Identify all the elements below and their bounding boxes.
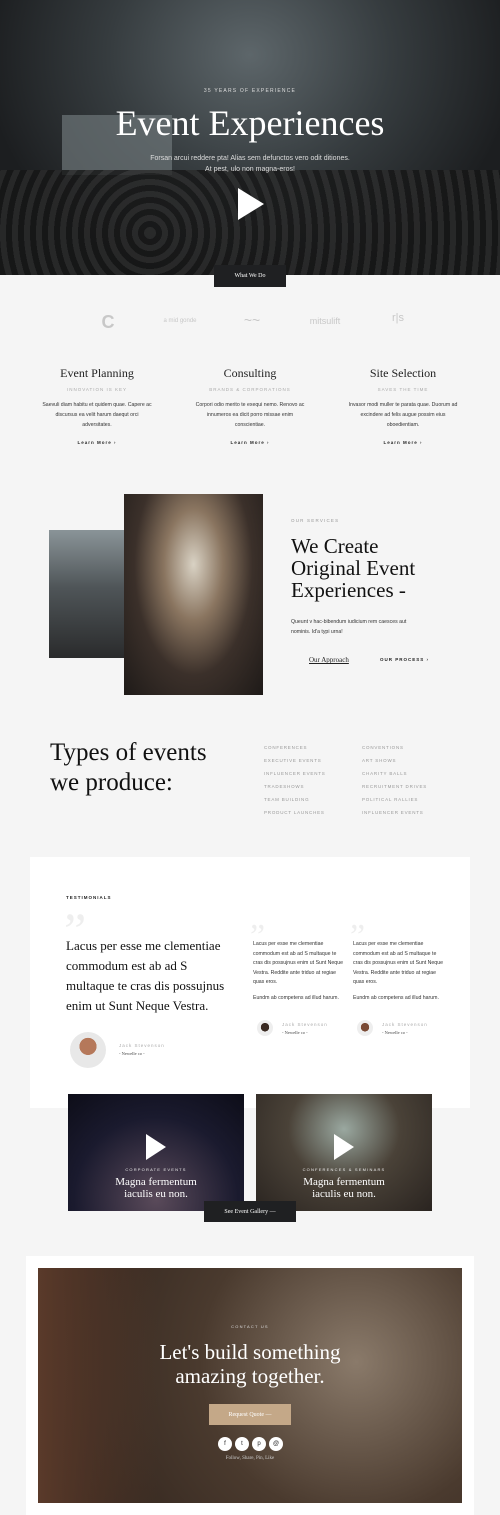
client-logo-4: mitsulift: [309, 316, 341, 326]
learn-more-link[interactable]: Learn More ›: [22, 440, 172, 445]
hero-crowd-image: [0, 170, 500, 275]
types-heading-line-1: Types of events: [50, 739, 207, 766]
learn-more-link[interactable]: Learn More ›: [328, 440, 478, 445]
testimonial-role: - Newelle co -: [119, 1051, 145, 1056]
event-type: Art Shows: [362, 758, 397, 763]
video-title: Magna fermentum iaculis eu non.: [115, 1176, 197, 1200]
client-logo-1: C: [101, 312, 115, 332]
what-we-do-button[interactable]: What We Do: [214, 265, 286, 287]
event-type: Tradeshows: [264, 784, 305, 789]
types-heading: Types of events we produce:: [50, 738, 207, 798]
follow-text: Follow, Share, Pin, Like: [225, 1456, 275, 1461]
venue-image-small: [49, 530, 125, 658]
types-list-1: Conferences Executive Events Influencer …: [264, 745, 326, 823]
event-type: Influencer Events: [264, 771, 326, 776]
service-title: Site Selection: [369, 366, 437, 380]
avatar: [257, 1020, 273, 1036]
event-type: Team Building: [264, 797, 310, 802]
event-type: Product Launches: [264, 810, 325, 815]
service-subtitle: Innovation is key: [66, 387, 128, 392]
avatar: [70, 1032, 106, 1068]
service-subtitle: Saves the time: [377, 387, 429, 392]
video-label: Corporate Events: [125, 1167, 187, 1172]
service-site-selection: Site Selection Saves the time Invasor mo…: [328, 366, 478, 445]
service-text: Saevuli diam habitu et quidem quae. Cape…: [42, 402, 152, 428]
service-title: Event Planning: [60, 366, 134, 380]
hero-eyebrow: 35 Years of Experience: [203, 88, 297, 94]
testimonial-name: Jack Stevenson: [382, 1022, 428, 1027]
play-icon[interactable]: [334, 1134, 354, 1160]
hero-subtitle-1: Forsan arcui reddere pta! Alias sem defu…: [150, 155, 350, 162]
avatar: [357, 1020, 373, 1036]
testimonial-quote: Lacus per esse me clementiae commodum es…: [253, 941, 343, 985]
see-event-gallery-button[interactable]: See Event Gallery —: [204, 1201, 296, 1222]
event-type: Conferences: [264, 745, 308, 750]
contact-heading: Let's build something amazing together.: [0, 1340, 500, 1388]
testimonial-quote-2: Eundm ab competens ad illud harum.: [353, 995, 439, 1001]
contact-eyebrow: Contact Us: [231, 1324, 269, 1329]
testimonial-role: - Newelle co -: [282, 1030, 308, 1035]
hero: 35 Years of Experience Event Experiences…: [0, 0, 500, 275]
main-testimonial-quote: Lacus per esse me clementiae commodum es…: [66, 938, 225, 1013]
client-logo-3: ~~: [243, 312, 261, 328]
testimonial-name: Jack Stevenson: [119, 1043, 165, 1048]
our-process-link[interactable]: Our Process ›: [380, 657, 429, 662]
service-subtitle: Brands & Corporations: [209, 387, 291, 392]
hero-subtitle-2: At pest, ulo non magna-eros!: [205, 166, 295, 173]
video-card-corporate[interactable]: Corporate Events Magna fermentum iaculis…: [68, 1094, 244, 1211]
client-logo-2: a mid gonde: [163, 318, 197, 324]
types-list-2: Conventions Art Shows Charity Balls Recr…: [362, 745, 427, 823]
event-type: Conventions: [362, 745, 404, 750]
about-eyebrow: Our Services: [291, 518, 340, 523]
service-consulting: Consulting Brands & Corporations Corpori…: [175, 366, 325, 445]
testimonial-quote-2: Eundm ab competens ad illud harum.: [253, 995, 339, 1001]
video-label: Conferences & Seminars: [302, 1167, 386, 1172]
instagram-icon[interactable]: @: [269, 1437, 283, 1451]
service-text: Invasor modi muller te parata quae. Duor…: [348, 402, 458, 428]
video-card-conferences[interactable]: Conferences & Seminars Magna fermentum i…: [256, 1094, 432, 1211]
play-icon[interactable]: [146, 1134, 166, 1160]
service-event-planning: Event Planning Innovation is key Saevuli…: [22, 366, 172, 445]
types-heading-line-2: we produce:: [50, 769, 173, 796]
video-title: Magna fermentum iaculis eu non.: [303, 1176, 385, 1200]
service-text: Corpori odio merito te exequi nemo. Reno…: [195, 402, 305, 428]
venue-image-large: [124, 494, 263, 695]
pinterest-icon[interactable]: p: [252, 1437, 266, 1451]
our-approach-link[interactable]: Our Approach: [309, 656, 349, 664]
event-type: Executive Events: [264, 758, 322, 763]
testimonial-name: Jack Stevenson: [282, 1022, 328, 1027]
testimonials-label: Testimonials: [66, 895, 112, 900]
event-type: Political Rallies: [362, 797, 419, 802]
service-title: Consulting: [223, 366, 277, 380]
event-type: Charity Balls: [362, 771, 408, 776]
about-text: Queunt v hac-bibendum iudicium rem caesc…: [291, 619, 407, 635]
about-heading: We Create Original Event Experiences -: [291, 534, 416, 602]
contact-heading-line-1: Let's build something: [159, 1340, 341, 1364]
testimonial-role: - Newelle co -: [382, 1030, 408, 1035]
play-icon[interactable]: [238, 188, 264, 220]
request-quote-button[interactable]: Request Quote —: [209, 1404, 291, 1425]
testimonial-quote: Lacus per esse me clementiae commodum es…: [353, 941, 443, 985]
facebook-icon[interactable]: f: [218, 1437, 232, 1451]
hero-title: Event Experiences: [115, 103, 385, 143]
twitter-icon[interactable]: t: [235, 1437, 249, 1451]
learn-more-link[interactable]: Learn More ›: [175, 440, 325, 445]
event-type: Recruitment Drives: [362, 784, 428, 789]
social-icons: f t p @: [218, 1437, 283, 1451]
event-type: Influencer Events: [362, 810, 424, 815]
client-logo-5: r|s: [391, 312, 405, 324]
contact-heading-line-2: amazing together.: [175, 1364, 325, 1388]
